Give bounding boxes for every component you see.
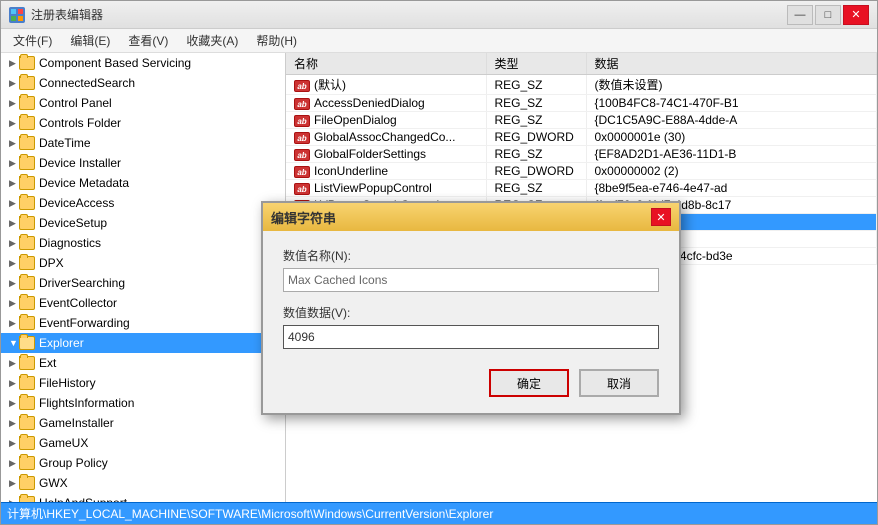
dialog-overlay: 编辑字符串 ✕ 数值名称(N): 数值数据(V): 确定 取消: [1, 1, 877, 524]
data-input[interactable]: [283, 325, 659, 349]
name-label: 数值名称(N):: [283, 247, 659, 264]
dialog-title-bar: 编辑字符串 ✕: [263, 203, 679, 231]
cancel-button[interactable]: 取消: [579, 369, 659, 397]
dialog-body: 数值名称(N): 数值数据(V): 确定 取消: [263, 231, 679, 413]
dialog-title: 编辑字符串: [271, 208, 336, 227]
edit-string-dialog: 编辑字符串 ✕ 数值名称(N): 数值数据(V): 确定 取消: [261, 201, 681, 415]
dialog-close-button[interactable]: ✕: [651, 208, 671, 226]
dialog-buttons: 确定 取消: [283, 369, 659, 397]
main-window: 注册表编辑器 — □ ✕ 文件(F) 编辑(E) 查看(V) 收藏夹(A) 帮助…: [0, 0, 878, 525]
data-label: 数值数据(V):: [283, 304, 659, 321]
name-input[interactable]: [283, 268, 659, 292]
confirm-button[interactable]: 确定: [489, 369, 569, 397]
